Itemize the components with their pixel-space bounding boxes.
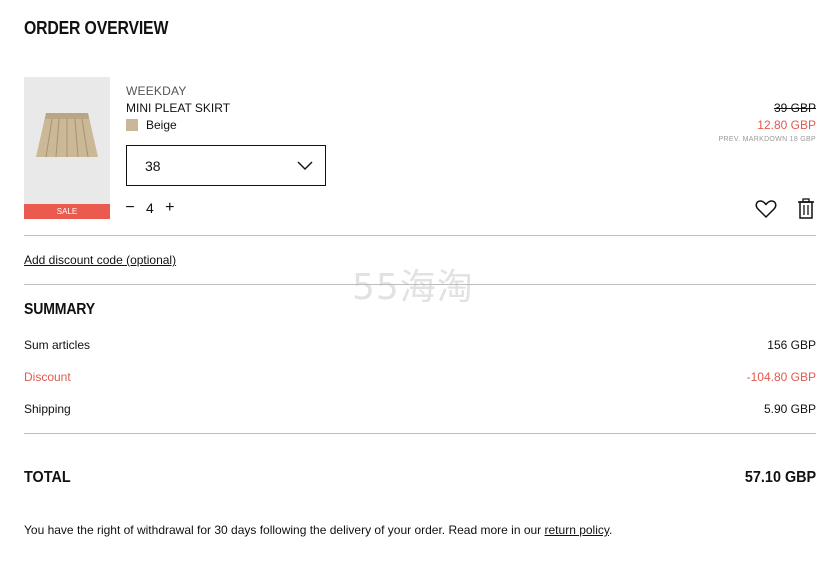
- page-title: ORDER OVERVIEW: [24, 18, 169, 38]
- total-row: TOTAL 57.10 GBP: [24, 469, 816, 487]
- sale-badge: SALE: [24, 204, 110, 219]
- summary-title: SUMMARY: [24, 301, 95, 318]
- decrease-quantity-button[interactable]: −: [124, 199, 136, 217]
- divider: [24, 284, 816, 285]
- summary-label: Sum articles: [24, 338, 91, 352]
- total-label: TOTAL: [24, 469, 71, 486]
- sale-price: 12.80 GBP: [757, 118, 816, 132]
- chevron-down-icon: [297, 158, 313, 174]
- return-policy-link[interactable]: return policy: [545, 523, 609, 537]
- heart-icon[interactable]: [755, 199, 777, 224]
- summary-value: 156 GBP: [767, 338, 816, 352]
- quantity-value: 4: [146, 200, 154, 216]
- summary-label: Shipping: [24, 402, 71, 416]
- trash-icon[interactable]: [797, 198, 815, 225]
- color-swatch: [126, 119, 138, 131]
- increase-quantity-button[interactable]: +: [164, 199, 176, 217]
- total-value: 57.10 GBP: [744, 469, 816, 486]
- summary-row-shipping: Shipping 5.90 GBP: [24, 402, 816, 416]
- add-discount-code-link[interactable]: Add discount code (optional): [24, 253, 176, 267]
- summary-label: Discount: [24, 370, 71, 384]
- product-image[interactable]: SALE: [24, 77, 110, 219]
- summary-value: -104.80 GBP: [746, 370, 816, 384]
- product-color: Beige: [126, 118, 177, 132]
- product-brand: WEEKDAY: [126, 84, 187, 98]
- divider: [24, 235, 816, 236]
- withdrawal-text: You have the right of withdrawal for 30 …: [24, 523, 545, 537]
- summary-value: 5.90 GBP: [763, 402, 816, 416]
- divider: [24, 433, 816, 434]
- skirt-illustration: [36, 113, 98, 158]
- original-price: 39 GBP: [773, 101, 816, 115]
- prev-markdown-price: PREV. MARKDOWN 18 GBP: [718, 136, 816, 143]
- color-label: Beige: [146, 118, 177, 132]
- summary-row-discount: Discount -104.80 GBP: [24, 370, 816, 384]
- size-select[interactable]: 38: [126, 145, 326, 186]
- quantity-stepper: − 4 +: [124, 199, 176, 217]
- product-name[interactable]: MINI PLEAT SKIRT: [126, 101, 230, 115]
- withdrawal-notice: You have the right of withdrawal for 30 …: [24, 523, 612, 537]
- size-value: 38: [145, 157, 161, 174]
- withdrawal-suffix: .: [609, 523, 613, 537]
- summary-row-sum-articles: Sum articles 156 GBP: [24, 338, 816, 352]
